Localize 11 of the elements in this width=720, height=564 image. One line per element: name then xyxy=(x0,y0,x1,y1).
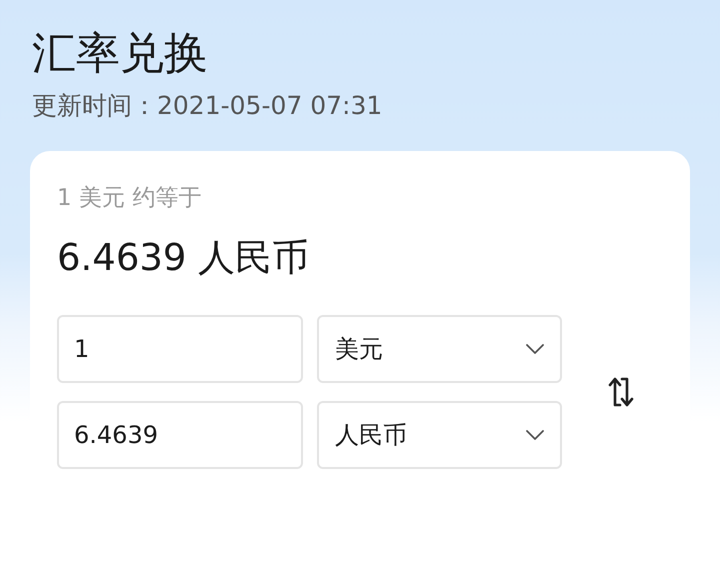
amount-field[interactable]: 1 xyxy=(57,314,303,383)
update-time: 更新时间：2021-05-07 07:31 xyxy=(32,90,384,121)
chevron-down-icon xyxy=(526,430,544,440)
currency-select[interactable]: 人民币 xyxy=(317,400,562,469)
page-title: 汇率兑换 xyxy=(32,28,209,81)
currency-select[interactable]: 美元 xyxy=(317,314,562,383)
chevron-down-icon xyxy=(526,344,544,354)
rate-summary: 1 美元 约等于 xyxy=(57,184,202,212)
rate-result: 6.4639 人民币 xyxy=(57,236,310,281)
amount-field[interactable]: 6.4639 xyxy=(57,400,303,469)
swap-icon[interactable] xyxy=(606,376,636,408)
